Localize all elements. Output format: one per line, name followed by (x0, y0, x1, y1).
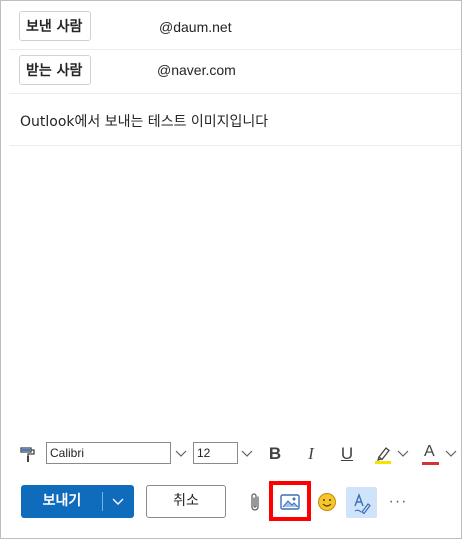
message-body[interactable] (9, 147, 461, 432)
subject-field[interactable]: Outlook에서 보내는 테스트 이미지입니다 (9, 95, 461, 146)
bold-label: B (268, 444, 282, 463)
compose-window: 보낸 사람 @daum.net 받는 사람 @naver.com Outlook… (0, 0, 462, 539)
cancel-button[interactable]: 취소 (146, 485, 226, 518)
subject-text: Outlook에서 보내는 테스트 이미지입니다 (20, 114, 269, 130)
from-row: 보낸 사람 @daum.net (9, 6, 461, 50)
to-button[interactable]: 받는 사람 (19, 55, 91, 85)
chevron-down-icon[interactable] (239, 445, 255, 461)
from-button[interactable]: 보낸 사람 (19, 11, 91, 41)
font-color-label: A (424, 443, 435, 460)
underline-icon[interactable]: U (335, 437, 359, 471)
send-button[interactable]: 보내기 (21, 485, 134, 518)
bold-icon[interactable]: B (263, 437, 287, 471)
italic-icon[interactable]: I (299, 437, 323, 471)
font-name-input[interactable]: Calibri (46, 442, 171, 464)
italic-label: I (308, 444, 314, 463)
emoji-icon[interactable] (315, 485, 339, 518)
formatting-toolbar: Calibri 12 B I U A (9, 437, 461, 471)
underline-label: U (340, 444, 354, 463)
more-label: ··· (388, 492, 408, 510)
format-painter-icon[interactable] (15, 437, 41, 471)
send-options-chevron-icon[interactable] (103, 485, 134, 518)
editor-icon[interactable] (346, 487, 377, 518)
chevron-down-icon[interactable] (395, 445, 411, 461)
send-label: 보내기 (42, 493, 82, 509)
attach-icon[interactable] (243, 485, 267, 518)
font-color-icon[interactable]: A (419, 437, 443, 471)
more-options-icon[interactable]: ··· (385, 485, 411, 518)
font-size-input[interactable]: 12 (193, 442, 238, 464)
chevron-down-icon[interactable] (173, 445, 189, 461)
highlight-icon[interactable] (371, 437, 395, 471)
to-address[interactable]: @naver.com (157, 62, 236, 78)
chevron-down-icon[interactable] (443, 445, 459, 461)
from-address: @daum.net (159, 19, 232, 35)
insert-picture-highlight (269, 481, 311, 521)
to-row: 받는 사람 @naver.com (9, 50, 461, 94)
